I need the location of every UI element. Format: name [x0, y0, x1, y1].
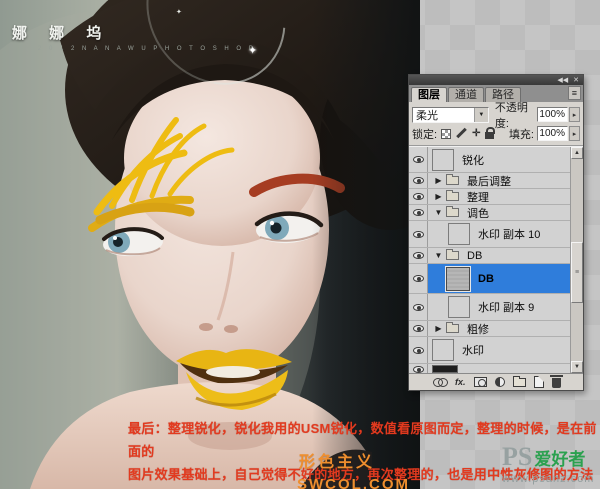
layers-panel: ◀◀ ✕ 图层 通道 路径 ≡ 柔光 ▼ 不透明度: 100% ▸ 锁定: ✛ [408, 74, 584, 391]
delete-layer-icon[interactable] [552, 378, 561, 388]
watermark-ps-text: PS [502, 442, 532, 472]
site-logo: 娜 娜 坞 2 0 1 2 N A N A W U P H O T O S H … [12, 22, 256, 52]
close-panel-icon[interactable]: ✕ [573, 77, 579, 84]
eye-visibility-icon[interactable] [409, 337, 428, 363]
adjustment-layer-icon[interactable] [495, 377, 505, 387]
eye-visibility-icon[interactable] [409, 264, 428, 293]
group-row[interactable]: ▶ 粗修 [409, 321, 570, 337]
folder-icon [446, 208, 459, 217]
layer-name: 水印 副本 9 [478, 299, 534, 315]
layer-row[interactable]: 水印 副本 10 [409, 221, 570, 248]
logo-title: 娜 娜 坞 [12, 22, 256, 43]
fill-slider-icon[interactable]: ▸ [569, 126, 580, 141]
chevron-down-icon[interactable]: ▼ [474, 108, 488, 122]
folder-icon [446, 251, 459, 260]
expand-group-icon[interactable]: ▶ [433, 176, 444, 185]
panel-titlebar[interactable]: ◀◀ ✕ [409, 75, 583, 85]
eye-visibility-icon[interactable] [409, 364, 428, 373]
right-shadow [312, 0, 420, 489]
layer-name: DB [467, 250, 482, 262]
watermark-fans-text: 爱好者 [534, 445, 585, 470]
layer-name: 水印 [462, 342, 484, 358]
eye-visibility-icon[interactable] [409, 173, 428, 188]
eye-visibility-icon[interactable] [409, 147, 428, 172]
eye-visibility-icon[interactable] [409, 248, 428, 263]
tab-layers[interactable]: 图层 [411, 87, 447, 102]
collapse-group-icon[interactable]: ▼ [433, 208, 444, 217]
new-group-icon[interactable] [513, 378, 526, 387]
blend-mode-value: 柔光 [413, 107, 474, 123]
group-row[interactable]: ▼ DB [409, 248, 570, 264]
layer-thumbnail[interactable] [432, 339, 454, 361]
blend-mode-select[interactable]: 柔光 ▼ [412, 107, 489, 123]
layer-name: 锐化 [462, 152, 484, 168]
scroll-down-icon[interactable]: ▼ [571, 361, 583, 373]
eye-visibility-icon[interactable] [409, 294, 428, 320]
lock-all-icon[interactable] [485, 132, 494, 139]
opacity-slider-icon[interactable]: ▸ [569, 107, 580, 122]
layer-thumbnail[interactable] [448, 223, 470, 245]
layer-row[interactable]: 水印 [409, 337, 570, 364]
folder-icon [446, 192, 459, 201]
watermark-url: www.psanz.com [502, 473, 598, 485]
tutorial-page: { "logo": { "title": "娜 娜 坞", "subtitle"… [0, 0, 600, 489]
ps-fans-watermark: PS 爱好者 www.psanz.com [502, 442, 598, 485]
eye-visibility-icon[interactable] [409, 189, 428, 204]
center-watermark-url: SWCOL.COM [297, 476, 410, 489]
lock-transparency-icon[interactable] [441, 129, 451, 139]
layer-thumbnail [432, 365, 458, 373]
eye-visibility-icon[interactable] [409, 221, 428, 247]
tab-channels[interactable]: 通道 [448, 87, 484, 102]
expand-group-icon[interactable]: ▶ [433, 192, 444, 201]
lock-label: 锁定: [412, 126, 437, 142]
link-layers-icon[interactable] [433, 378, 447, 386]
collapse-panel-icon[interactable]: ◀◀ [557, 77, 568, 84]
layer-thumbnail[interactable] [448, 296, 470, 318]
group-row[interactable]: ▶ 最后调整 [409, 173, 570, 189]
layer-row[interactable]: 水印 副本 9 [409, 294, 570, 321]
layer-name: 粗修 [467, 321, 489, 337]
folder-icon [446, 324, 459, 333]
folder-icon [446, 176, 459, 185]
panel-controls: 柔光 ▼ 不透明度: 100% ▸ 锁定: ✛ 填充: 100% ▸ [409, 102, 583, 146]
layer-row[interactable]: DB [409, 264, 570, 294]
new-layer-icon[interactable] [534, 376, 544, 388]
layer-mask-icon[interactable] [474, 377, 487, 387]
group-row[interactable]: ▼ 调色 [409, 205, 570, 221]
layer-row[interactable]: 锐化 [409, 147, 570, 173]
layers-list-container: 锐化 ▶ 最后调整 ▶ 整理 ▼ 调色水印 副本 10 ▼ DB DB 水印 副本 9 ▶ 粗修水印 ▲… [409, 146, 583, 373]
lock-position-icon[interactable]: ✛ [472, 129, 480, 139]
collapse-group-icon[interactable]: ▼ [433, 251, 444, 260]
fill-input[interactable]: 100% [537, 126, 568, 141]
fill-label: 填充: [509, 126, 534, 142]
sparkle-icon: ✦ [176, 8, 182, 16]
portrait-photo: ✦ ✦ 娜 娜 坞 2 0 1 2 N A N A W U P H O T O … [0, 0, 420, 489]
layer-thumbnail[interactable] [446, 267, 470, 291]
scroll-up-icon[interactable]: ▲ [571, 147, 583, 159]
opacity-input[interactable]: 100% [537, 107, 568, 122]
layer-style-icon[interactable]: fx. [455, 377, 466, 387]
eye-visibility-icon[interactable] [409, 321, 428, 336]
layers-list: 锐化 ▶ 最后调整 ▶ 整理 ▼ 调色水印 副本 10 ▼ DB DB 水印 副本 9 ▶ 粗修水印 [409, 147, 570, 373]
logo-subtitle: 2 0 1 2 N A N A W U P H O T O S H O P [38, 46, 256, 52]
center-watermark: 形色主义 [299, 448, 375, 472]
panel-bottom-bar: fx. [409, 373, 583, 390]
group-row[interactable]: ▶ 整理 [409, 189, 570, 205]
lock-paint-icon[interactable] [456, 128, 467, 139]
layer-name: 最后调整 [467, 173, 511, 189]
layer-name: DB [478, 273, 494, 285]
layer-name: 整理 [467, 189, 489, 205]
layer-thumbnail[interactable] [432, 149, 454, 171]
panel-menu-icon[interactable]: ≡ [568, 86, 581, 100]
layer-name: 水印 副本 10 [478, 226, 540, 242]
scrollbar[interactable]: ▲ ≡ ▼ [570, 147, 583, 373]
layer-name: 调色 [467, 205, 489, 221]
eye-visibility-icon[interactable] [409, 205, 428, 220]
scrollbar-thumb[interactable]: ≡ [571, 242, 583, 303]
expand-group-icon[interactable]: ▶ [433, 324, 444, 333]
layer-row[interactable] [409, 364, 570, 373]
